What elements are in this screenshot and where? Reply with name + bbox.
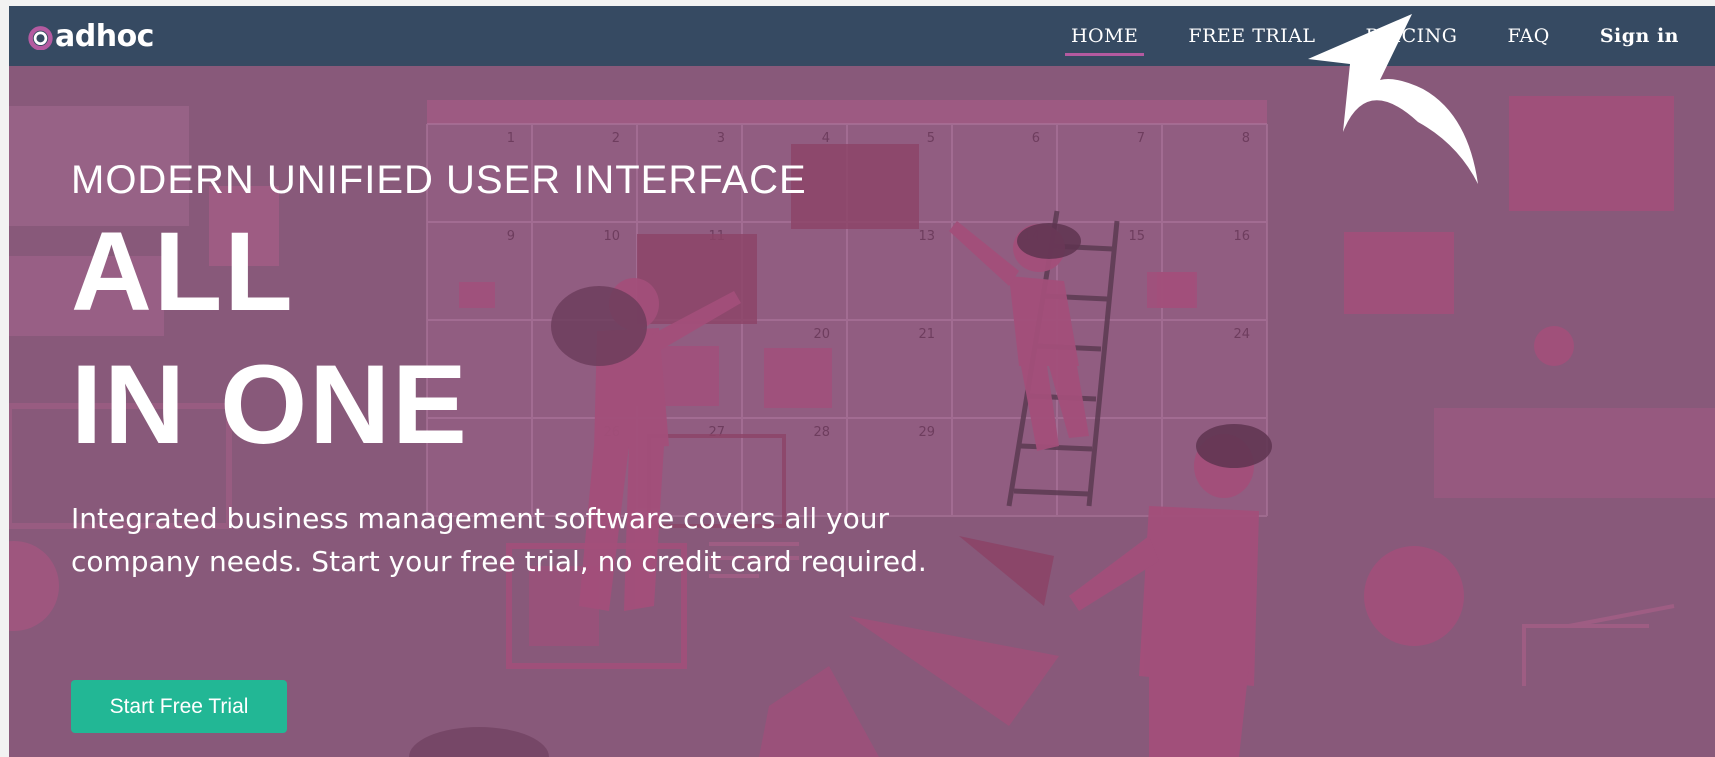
calendar-day-number: 6	[1032, 131, 1040, 146]
calendar-day-number: 2	[612, 131, 620, 146]
nav-home[interactable]: HOME	[1064, 19, 1145, 56]
calendar-day-number: 10	[603, 229, 620, 244]
calendar-day-number: 8	[1242, 131, 1250, 146]
hero-section: 12345678910111314151620212426272829	[9, 66, 1715, 757]
logo-text: adhoc	[55, 18, 154, 54]
start-free-trial-button[interactable]: Start Free Trial	[71, 680, 287, 733]
nav-pricing[interactable]: PRICING	[1360, 19, 1464, 53]
calendar-day-number: 3	[717, 131, 725, 146]
calendar-day-number: 29	[918, 425, 935, 440]
calendar-day-number: 9	[507, 229, 515, 244]
logo-mark-icon	[28, 25, 53, 50]
calendar-day-number: 7	[1137, 131, 1145, 146]
calendar-day-number: 28	[813, 425, 830, 440]
calendar-day-number: 24	[1233, 327, 1250, 342]
calendar-day-number: 13	[918, 229, 935, 244]
nav-free-trial[interactable]: FREE TRIAL	[1182, 19, 1321, 53]
hero-headline-line1: ALL	[71, 209, 295, 334]
calendar-day-number: 21	[918, 327, 935, 342]
calendar-day-number: 5	[927, 131, 935, 146]
main-nav: HOME FREE TRIAL PRICING FAQ Sign in	[1027, 6, 1685, 66]
calendar-day-number: 1	[507, 131, 515, 146]
calendar-day-number: 20	[813, 327, 830, 342]
hero-subtitle: MODERN UNIFIED USER INTERFACE	[71, 158, 807, 202]
page: adhoc HOME FREE TRIAL PRICING FAQ Sign i…	[9, 6, 1715, 757]
top-navbar: adhoc HOME FREE TRIAL PRICING FAQ Sign i…	[9, 6, 1715, 66]
nav-sign-in[interactable]: Sign in	[1594, 19, 1685, 53]
calendar-day-number: 16	[1233, 229, 1250, 244]
brand-logo[interactable]: adhoc	[27, 18, 154, 54]
calendar-day-number: 15	[1128, 229, 1145, 244]
calendar-day-number: 4	[822, 131, 830, 146]
hero-headline-line2: IN ONE	[71, 342, 469, 467]
hero-description: Integrated business management software …	[71, 502, 927, 578]
nav-faq[interactable]: FAQ	[1501, 19, 1555, 53]
